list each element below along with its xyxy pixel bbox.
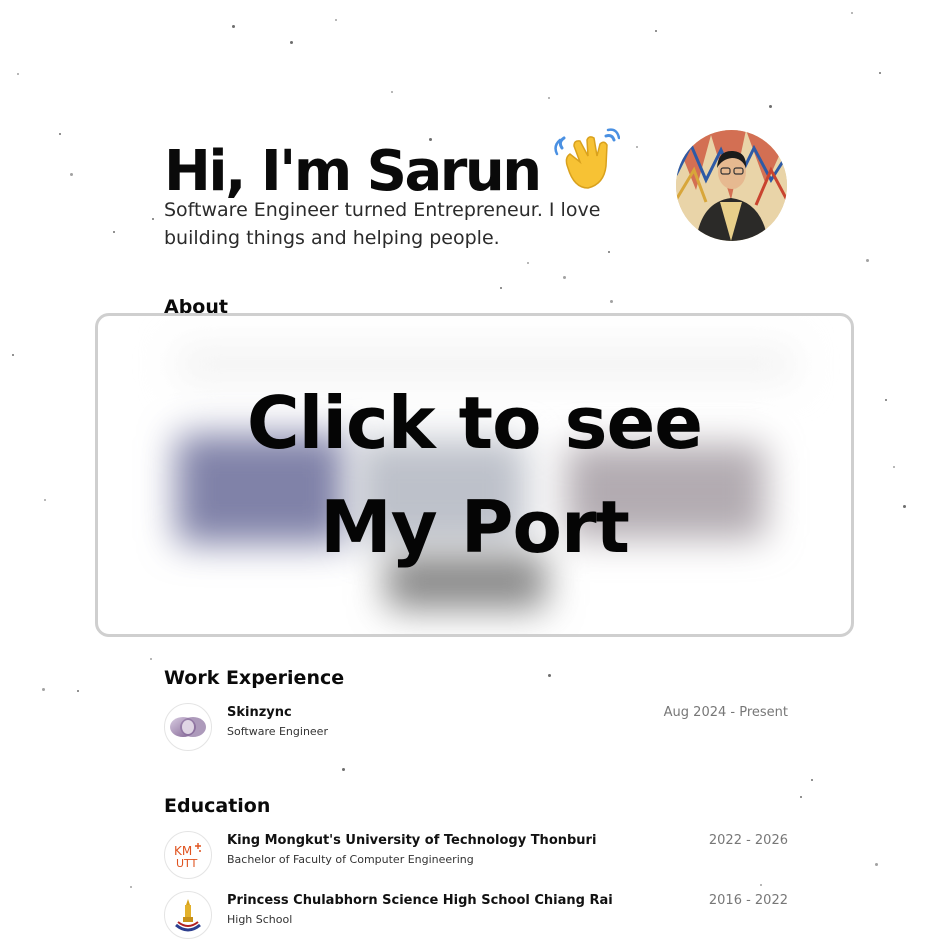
work-heading: Work Experience [164, 667, 345, 689]
hero-title-text: Hi, I'm Sarun [164, 139, 542, 204]
star-dot [232, 25, 235, 28]
svg-text:KM: KM [174, 844, 192, 858]
star-dot [290, 41, 293, 44]
star-dot [655, 30, 657, 32]
kmutt-logo-icon: KM UTT [164, 831, 212, 879]
degree: Bachelor of Faculty of Computer Engineer… [227, 853, 474, 866]
job-period: Aug 2024 - Present [663, 705, 788, 720]
star-dot [548, 674, 551, 677]
see-portfolio-overlay-button[interactable]: Click to see My Port [95, 313, 854, 637]
star-dot [77, 690, 79, 692]
star-dot [875, 863, 878, 866]
star-dot [866, 259, 869, 262]
star-dot [12, 354, 14, 356]
star-dot [70, 173, 73, 176]
education-period: 2016 - 2022 [708, 893, 788, 908]
overlay-text: Click to see My Port [246, 371, 703, 579]
star-dot [636, 146, 638, 148]
star-dot [548, 97, 550, 99]
school-name: King Mongkut's University of Technology … [227, 833, 597, 848]
star-dot [800, 796, 802, 798]
star-dot [769, 105, 772, 108]
avatar [676, 130, 787, 241]
work-item-skinzync[interactable]: Skinzync Software Engineer Aug 2024 - Pr… [164, 703, 788, 753]
star-dot [527, 262, 529, 264]
star-dot [152, 218, 154, 220]
education-period: 2022 - 2026 [708, 833, 788, 848]
star-dot [851, 12, 853, 14]
hero-subtitle: Software Engineer turned Entrepreneur. I… [164, 199, 601, 249]
star-dot [335, 19, 337, 21]
star-dot [150, 658, 152, 660]
star-dot [130, 886, 132, 888]
education-item-kmutt[interactable]: KM UTT King Mongkut's University of Tech… [164, 831, 788, 881]
school-name: Princess Chulabhorn Science High School … [227, 893, 613, 908]
star-dot [811, 779, 813, 781]
education-item-pcshs[interactable]: Princess Chulabhorn Science High School … [164, 891, 788, 941]
portfolio-page: Hi, I'm Sarun Software Engineer turned E… [0, 0, 949, 949]
star-dot [610, 300, 613, 303]
degree: High School [227, 913, 293, 926]
svg-text:UTT: UTT [176, 857, 198, 870]
pcshs-logo-icon [164, 891, 212, 939]
star-dot [17, 73, 19, 75]
star-dot [893, 466, 895, 468]
skinzync-logo-icon [164, 703, 212, 751]
star-dot [500, 287, 502, 289]
star-dot [903, 505, 906, 508]
star-dot [342, 768, 345, 771]
overlay-line-1: Click to see [246, 381, 703, 465]
star-dot [391, 91, 393, 93]
star-dot [44, 499, 46, 501]
company-name: Skinzync [227, 705, 292, 720]
star-dot [42, 688, 45, 691]
star-dot [563, 276, 566, 279]
overlay-line-2: My Port [320, 485, 630, 569]
star-dot [113, 231, 115, 233]
job-role: Software Engineer [227, 725, 328, 738]
star-dot [59, 133, 61, 135]
education-heading: Education [164, 795, 271, 817]
star-dot [879, 72, 881, 74]
star-dot [760, 884, 762, 886]
star-dot [885, 399, 887, 401]
